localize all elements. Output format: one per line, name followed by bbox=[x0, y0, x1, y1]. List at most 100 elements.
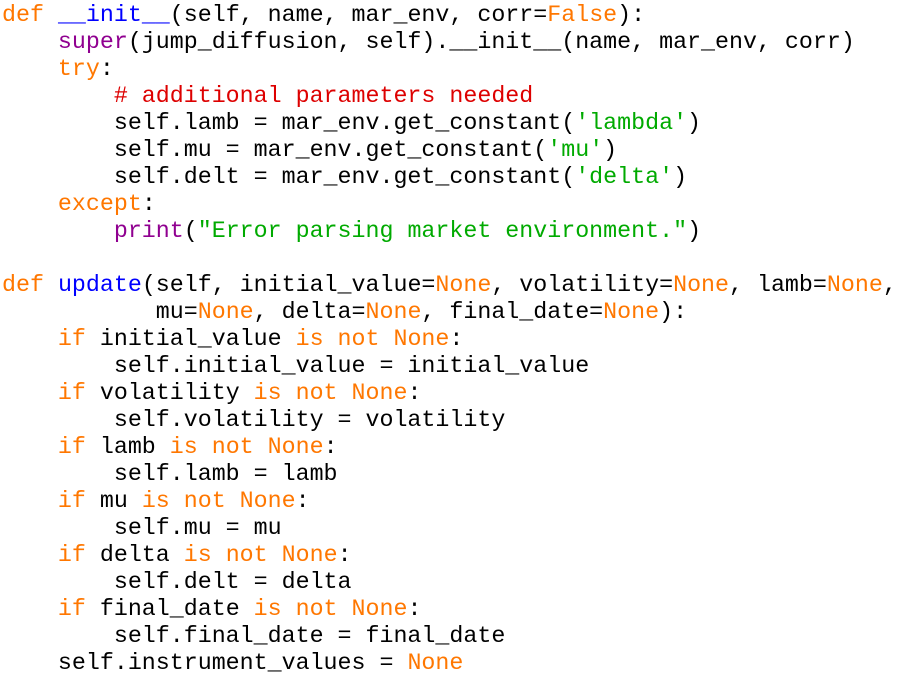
code-text: : bbox=[99, 56, 114, 82]
code-text: , delta= bbox=[253, 299, 366, 325]
code-line: # additional parameters needed bbox=[2, 83, 897, 110]
code-line: self.delt = delta bbox=[2, 569, 897, 596]
code-text: mu= bbox=[2, 299, 198, 325]
keyword-token: is not None bbox=[141, 488, 296, 514]
keyword-token: def bbox=[2, 272, 44, 298]
code-text: , final_date= bbox=[421, 299, 604, 325]
code-text: self.delt = delta bbox=[2, 569, 352, 595]
comment-token: # additional parameters needed bbox=[113, 83, 534, 109]
code-text: ) bbox=[673, 164, 688, 190]
string-token: 'mu' bbox=[547, 137, 604, 163]
code-line: self.lamb = lamb bbox=[2, 461, 897, 488]
keyword-token: is not None bbox=[169, 434, 324, 460]
keyword-token: if bbox=[57, 542, 86, 568]
keyword-token: is not None bbox=[253, 380, 408, 406]
code-text: , bbox=[882, 272, 897, 298]
code-line: self.delt = mar_env.get_constant('delta'… bbox=[2, 164, 897, 191]
code-text: : bbox=[449, 326, 464, 352]
code-text: (self, initial_value= bbox=[141, 272, 436, 298]
code-line: self.final_date = final_date bbox=[2, 623, 897, 650]
keyword-token: except bbox=[57, 191, 142, 217]
builtin-token: print bbox=[113, 218, 184, 244]
keyword-token: None bbox=[435, 272, 492, 298]
code-text: : bbox=[323, 434, 338, 460]
code-line: self.instrument_values = None bbox=[2, 650, 897, 677]
code-text: self.mu = mar_env.get_constant( bbox=[2, 137, 548, 163]
code-line: self.mu = mu bbox=[2, 515, 897, 542]
code-line: try: bbox=[2, 56, 897, 83]
code-text: final_date bbox=[85, 596, 254, 622]
code-line: print("Error parsing market environment.… bbox=[2, 218, 897, 245]
code-line: if final_date is not None: bbox=[2, 596, 897, 623]
code-text: ): bbox=[617, 2, 646, 28]
code-text: (jump_diffusion, self).__init__(name, ma… bbox=[127, 29, 855, 55]
code-text: ) bbox=[687, 110, 702, 136]
code-line: super(jump_diffusion, self).__init__(nam… bbox=[2, 29, 897, 56]
code-line: if lamb is not None: bbox=[2, 434, 897, 461]
code-text: delta bbox=[85, 542, 184, 568]
code-text: ( bbox=[183, 218, 198, 244]
keyword-token: None bbox=[197, 299, 254, 325]
code-line: self.initial_value = initial_value bbox=[2, 353, 897, 380]
code-text: self.volatility = volatility bbox=[2, 407, 506, 433]
keyword-token: None bbox=[407, 650, 464, 676]
code-line: def update(self, initial_value=None, vol… bbox=[2, 272, 897, 299]
code-text: : bbox=[407, 596, 422, 622]
code-text: self.lamb = lamb bbox=[2, 461, 338, 487]
keyword-token: None bbox=[673, 272, 730, 298]
function-name-token: update bbox=[57, 272, 142, 298]
keyword-token: None bbox=[826, 272, 883, 298]
code-text: mu bbox=[85, 488, 142, 514]
code-line: self.lamb = mar_env.get_constant('lambda… bbox=[2, 110, 897, 137]
code-text: volatility bbox=[85, 380, 254, 406]
code-text: self.lamb = mar_env.get_constant( bbox=[2, 110, 576, 136]
keyword-token: if bbox=[57, 326, 86, 352]
code-line: self.mu = mar_env.get_constant('mu') bbox=[2, 137, 897, 164]
code-block: def __init__(self, name, mar_env, corr=F… bbox=[2, 2, 897, 677]
code-line: self.volatility = volatility bbox=[2, 407, 897, 434]
code-line: mu=None, delta=None, final_date=None): bbox=[2, 299, 897, 326]
code-text: ) bbox=[687, 218, 702, 244]
keyword-token: is not None bbox=[295, 326, 450, 352]
code-text: : bbox=[337, 542, 352, 568]
string-token: 'lambda' bbox=[575, 110, 688, 136]
code-line: if mu is not None: bbox=[2, 488, 897, 515]
keyword-token: if bbox=[57, 596, 86, 622]
code-text: , lamb= bbox=[729, 272, 827, 298]
code-line: except: bbox=[2, 191, 897, 218]
code-text: : bbox=[141, 191, 156, 217]
keyword-token: None bbox=[365, 299, 422, 325]
function-name-token: __init__ bbox=[57, 2, 170, 28]
code-text: self.instrument_values = bbox=[2, 650, 408, 676]
code-text: initial_value bbox=[85, 326, 296, 352]
code-line: if volatility is not None: bbox=[2, 380, 897, 407]
keyword-token: if bbox=[57, 434, 86, 460]
code-line: if initial_value is not None: bbox=[2, 326, 897, 353]
code-line: def __init__(self, name, mar_env, corr=F… bbox=[2, 2, 897, 29]
code-text: lamb bbox=[85, 434, 170, 460]
code-line: if delta is not None: bbox=[2, 542, 897, 569]
code-text: ): bbox=[659, 299, 688, 325]
code-text: : bbox=[407, 380, 422, 406]
code-text: self.final_date = final_date bbox=[2, 623, 506, 649]
code-text: ) bbox=[603, 137, 618, 163]
keyword-token: False bbox=[547, 2, 618, 28]
code-text: self.initial_value = initial_value bbox=[2, 353, 590, 379]
keyword-token: if bbox=[57, 488, 86, 514]
string-token: 'delta' bbox=[575, 164, 674, 190]
code-text: self.mu = mu bbox=[2, 515, 282, 541]
builtin-token: super bbox=[57, 29, 128, 55]
code-text: : bbox=[295, 488, 310, 514]
